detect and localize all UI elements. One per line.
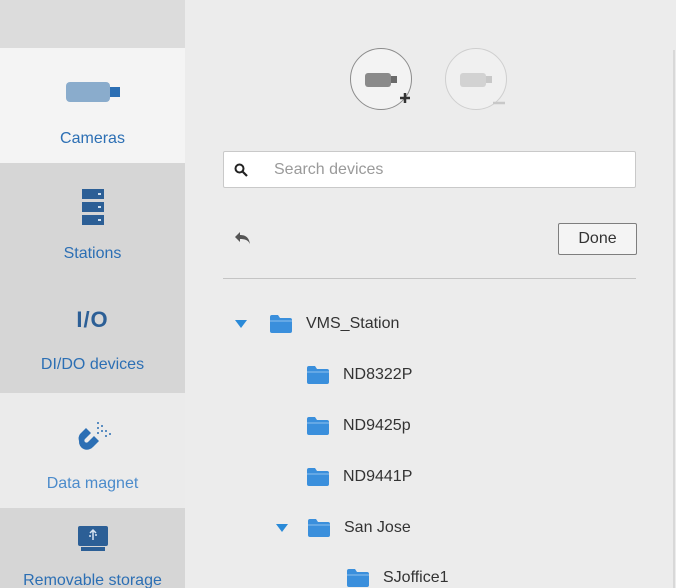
caret-down-icon[interactable] — [275, 524, 289, 532]
usb-drive-icon — [77, 526, 108, 552]
add-camera-icon — [365, 73, 410, 103]
tree-node-label: VMS_Station — [306, 315, 400, 332]
magnet-icon — [73, 415, 113, 459]
main-panel — [185, 0, 676, 588]
tree-node-label: San Jose — [344, 519, 411, 536]
tree-node[interactable]: SJoffice1 — [347, 563, 449, 588]
folder-icon — [307, 468, 329, 486]
folder-icon — [270, 315, 292, 333]
search-icon — [224, 163, 258, 177]
divider — [223, 278, 636, 279]
tree-node[interactable]: VMS_Station — [234, 309, 399, 339]
tree-node-label: SJoffice1 — [383, 569, 449, 586]
remove-camera-button[interactable] — [445, 48, 507, 110]
back-button[interactable] — [232, 228, 254, 250]
search-box[interactable] — [223, 151, 636, 188]
remove-camera-icon — [460, 73, 505, 105]
sidebar-item-label: Stations — [63, 245, 122, 262]
tree-node[interactable]: ND9425p — [307, 411, 411, 441]
io-label: I/O — [76, 307, 109, 332]
camera-icon — [65, 70, 120, 114]
io-icon: I/O — [76, 298, 108, 342]
sidebar-item-removable-storage[interactable]: Removable storage — [0, 508, 185, 588]
sidebar-item-data-magnet[interactable]: Data magnet — [0, 393, 185, 508]
panel-border — [673, 50, 675, 588]
caret-down-icon[interactable] — [234, 320, 248, 328]
sidebar-top-spacer — [0, 0, 185, 48]
tree-node-label: ND8322P — [343, 366, 413, 383]
back-arrow-icon — [235, 232, 250, 244]
tree-node[interactable]: ND9441P — [307, 462, 412, 492]
sidebar-item-label: Cameras — [60, 130, 125, 147]
tree-node-label: ND9425p — [343, 417, 411, 434]
add-camera-button[interactable] — [350, 48, 412, 110]
folder-icon — [308, 519, 330, 537]
tree-node-label: ND9441P — [343, 468, 413, 485]
search-input[interactable] — [274, 160, 634, 179]
sidebar-item-stations[interactable]: Stations — [0, 163, 185, 278]
done-button[interactable]: Done — [558, 223, 637, 255]
folder-icon — [307, 366, 329, 384]
folder-icon — [307, 417, 329, 435]
sidebar: Cameras Stations I/O DI/DO devices Data … — [0, 0, 185, 588]
sidebar-item-io[interactable]: I/O DI/DO devices — [0, 278, 185, 393]
sidebar-item-label: Removable storage — [23, 572, 162, 588]
sidebar-item-cameras[interactable]: Cameras — [0, 48, 185, 163]
server-icon — [81, 185, 104, 229]
tree-node[interactable]: ND8322P — [307, 360, 412, 390]
sidebar-item-label: Data magnet — [46, 475, 139, 492]
folder-icon — [347, 569, 369, 587]
sidebar-item-label: DI/DO devices — [40, 356, 145, 373]
tree-node[interactable]: San Jose — [275, 513, 411, 543]
